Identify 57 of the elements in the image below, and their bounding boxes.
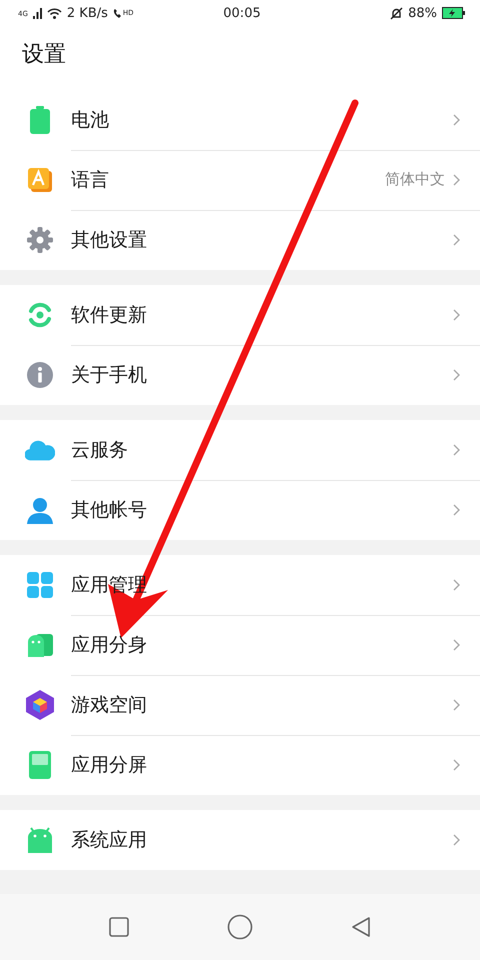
chevron-icon: [453, 638, 460, 650]
chevron-icon: [453, 174, 460, 186]
item-label: 其他设置: [71, 228, 148, 253]
chevron-icon: [453, 578, 460, 590]
settings-item[interactable]: 其他帐号: [0, 480, 480, 540]
wifi-icon: [46, 8, 62, 18]
item-label: 软件更新: [71, 302, 148, 328]
person-icon: [26, 496, 54, 524]
square-icon: [109, 917, 129, 937]
chevron-icon: [453, 308, 460, 320]
mute-bell-icon: [390, 6, 404, 20]
settings-item[interactable]: 游戏空间: [0, 675, 480, 735]
phone-icon: [112, 8, 123, 18]
refresh-icon: [27, 302, 53, 328]
chevron-icon: [453, 834, 460, 846]
item-label: 电池: [71, 108, 110, 132]
settings-item[interactable]: 应用分屏: [0, 735, 480, 795]
circle-icon: [227, 914, 253, 940]
battery-icon: [29, 106, 51, 134]
chevron-icon: [453, 504, 460, 516]
battery-percent: 88%: [408, 6, 437, 20]
page-title: 设置: [22, 42, 67, 68]
info-icon: [27, 362, 53, 388]
item-label: 语言: [71, 168, 110, 192]
settings-item[interactable]: 软件更新: [0, 285, 480, 345]
battery-charging-icon: [442, 7, 466, 19]
item-label: 系统应用: [71, 828, 148, 853]
back-icon: [351, 916, 371, 938]
item-value: 简体中文: [385, 170, 445, 189]
settings-item[interactable]: 语言 简体中文: [0, 150, 480, 210]
signal-icon: [32, 8, 42, 18]
item-label: 关于手机: [71, 363, 148, 388]
android-icon: [27, 827, 53, 853]
clock: 00:05: [223, 6, 261, 20]
cube-icon: [26, 690, 54, 720]
network-speed: 2 KB/s: [66, 6, 108, 20]
chevron-icon: [453, 698, 460, 710]
chevron-icon: [453, 444, 460, 456]
item-label: 云服务: [71, 438, 129, 462]
chevron-icon: [453, 369, 460, 381]
letter-a-icon: [28, 168, 52, 192]
settings-item[interactable]: 其他设置: [0, 210, 480, 270]
app-grid-icon: [27, 572, 53, 598]
chevron-icon: [453, 234, 460, 246]
cloud-icon: [25, 439, 55, 461]
android-icon: [26, 632, 54, 658]
item-label: 应用分身: [71, 632, 148, 658]
settings-item[interactable]: 系统应用: [0, 810, 480, 870]
item-label: 其他帐号: [71, 498, 148, 523]
settings-item[interactable]: 云服务: [0, 420, 480, 480]
item-label: 应用分屏: [71, 753, 148, 778]
split-screen-icon: [29, 751, 51, 779]
settings-item[interactable]: 关于手机: [0, 345, 480, 405]
settings-item[interactable]: 电池: [0, 90, 480, 150]
chevron-icon: [453, 759, 460, 771]
chevron-icon: [453, 114, 460, 126]
item-label: 游戏空间: [71, 692, 148, 718]
